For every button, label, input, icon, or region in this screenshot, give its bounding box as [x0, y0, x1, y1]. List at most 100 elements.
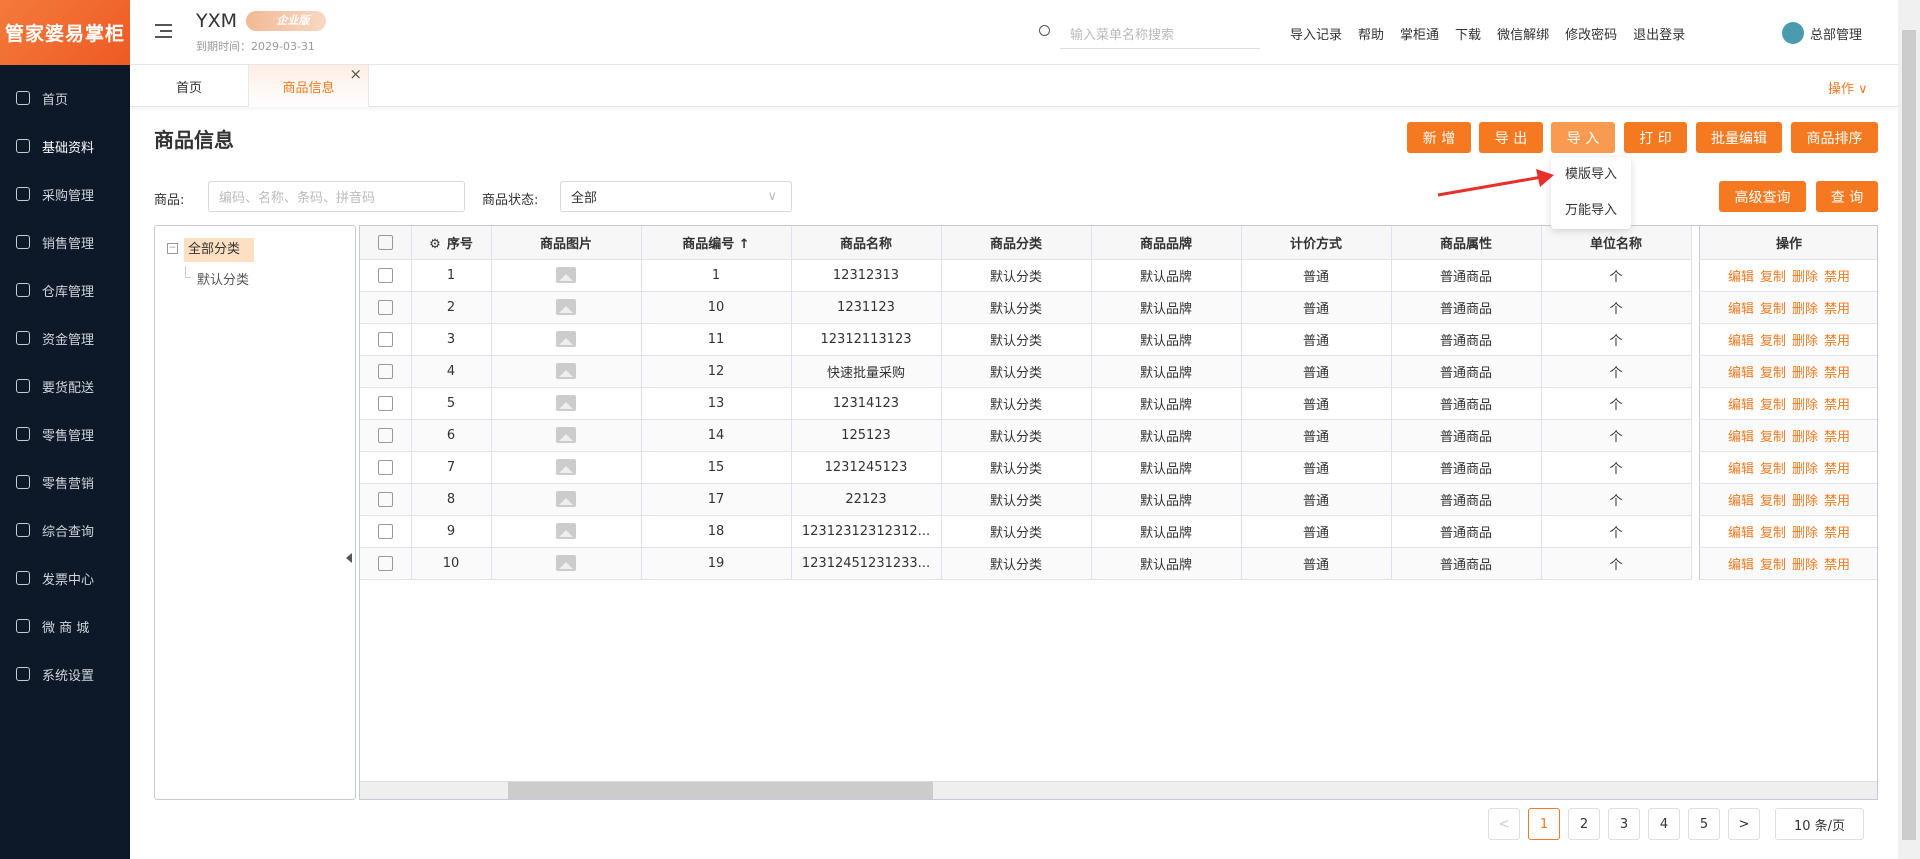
search-button[interactable]: 查 询 [1816, 181, 1878, 212]
op-link-2[interactable]: 删除 [1792, 334, 1818, 349]
row-checkbox-cell[interactable] [360, 387, 412, 420]
op-link-2[interactable]: 删除 [1792, 462, 1818, 477]
row-checkbox-cell[interactable] [360, 291, 412, 324]
action-button-5[interactable]: 商品排序 [1791, 122, 1878, 153]
sidebar-item-5[interactable]: 资金管理 [0, 318, 130, 358]
op-link-0[interactable]: 编辑 [1728, 334, 1754, 349]
op-link-3[interactable]: 禁用 [1824, 494, 1850, 509]
sidebar-item-10[interactable]: 发票中心 [0, 558, 130, 598]
checkbox[interactable] [377, 459, 393, 475]
sidebar-item-2[interactable]: 采购管理 [0, 174, 130, 214]
op-link-3[interactable]: 禁用 [1824, 398, 1850, 413]
checkbox[interactable] [377, 299, 393, 315]
page-button-2[interactable]: 2 [1568, 808, 1600, 840]
header-link-5[interactable]: 修改密码 [1565, 24, 1617, 43]
op-link-3[interactable]: 禁用 [1824, 302, 1850, 317]
page-button-3[interactable]: 3 [1608, 808, 1640, 840]
header-link-6[interactable]: 退出登录 [1633, 24, 1685, 43]
sidebar-item-6[interactable]: 要货配送 [0, 366, 130, 406]
page-button-5[interactable]: 5 [1688, 808, 1720, 840]
sidebar-item-12[interactable]: 系统设置 [0, 654, 130, 694]
header-link-1[interactable]: 帮助 [1358, 24, 1384, 43]
horizontal-scrollbar[interactable] [360, 781, 1877, 799]
row-checkbox-cell[interactable] [360, 355, 412, 388]
gear-icon[interactable]: ⚙ [429, 237, 441, 252]
header-col-2[interactable]: 商品编号 ↑ [641, 226, 792, 260]
page-button-1[interactable]: 1 [1528, 808, 1560, 840]
op-link-3[interactable]: 禁用 [1824, 526, 1850, 541]
menu-search-input[interactable]: 输入菜单名称搜索 [1060, 19, 1260, 49]
row-checkbox-cell[interactable] [360, 451, 412, 484]
header-link-0[interactable]: 导入记录 [1290, 24, 1342, 43]
op-link-1[interactable]: 复制 [1760, 270, 1786, 285]
op-link-2[interactable]: 删除 [1792, 302, 1818, 317]
header-link-4[interactable]: 微信解绑 [1497, 24, 1549, 43]
op-link-3[interactable]: 禁用 [1824, 462, 1850, 477]
op-link-2[interactable]: 删除 [1792, 430, 1818, 445]
op-link-0[interactable]: 编辑 [1728, 302, 1754, 317]
avatar[interactable] [1782, 22, 1804, 44]
sidebar-item-4[interactable]: 仓库管理 [0, 270, 130, 310]
checkbox[interactable] [377, 331, 393, 347]
template-import-item[interactable]: 模版导入 [1551, 157, 1631, 193]
op-link-3[interactable]: 禁用 [1824, 558, 1850, 573]
tab-ops-dropdown[interactable]: 操作 ∨ [1828, 78, 1868, 97]
collapse-left-icon[interactable] [346, 553, 352, 563]
tree-node-default[interactable]: 默认分类 [197, 269, 249, 288]
op-link-1[interactable]: 复制 [1760, 462, 1786, 477]
goods-search-input[interactable]: 编码、名称、条码、拼音码 [208, 181, 465, 212]
action-button-2[interactable]: 导 入 [1551, 122, 1615, 153]
row-checkbox-cell[interactable] [360, 515, 412, 548]
op-link-3[interactable]: 禁用 [1824, 430, 1850, 445]
op-link-0[interactable]: 编辑 [1728, 494, 1754, 509]
op-link-0[interactable]: 编辑 [1728, 270, 1754, 285]
op-link-1[interactable]: 复制 [1760, 398, 1786, 413]
op-link-2[interactable]: 删除 [1792, 526, 1818, 541]
op-link-0[interactable]: 编辑 [1728, 430, 1754, 445]
op-link-1[interactable]: 复制 [1760, 430, 1786, 445]
sidebar-item-9[interactable]: 综合查询 [0, 510, 130, 550]
checkbox[interactable] [377, 363, 393, 379]
status-select[interactable]: 全部 ∨ [560, 181, 792, 212]
action-button-0[interactable]: 新 增 [1407, 122, 1471, 153]
close-icon[interactable]: × [349, 65, 362, 83]
checkbox[interactable] [377, 234, 393, 250]
op-link-1[interactable]: 复制 [1760, 494, 1786, 509]
op-link-1[interactable]: 复制 [1760, 302, 1786, 317]
op-link-1[interactable]: 复制 [1760, 334, 1786, 349]
row-checkbox-cell[interactable] [360, 483, 412, 516]
op-link-2[interactable]: 删除 [1792, 558, 1818, 573]
checkbox[interactable] [377, 267, 393, 283]
op-link-3[interactable]: 禁用 [1824, 366, 1850, 381]
row-checkbox-cell[interactable] [360, 547, 412, 580]
op-link-0[interactable]: 编辑 [1728, 462, 1754, 477]
sidebar-item-11[interactable]: 微 商 城 [0, 606, 130, 646]
op-link-0[interactable]: 编辑 [1728, 398, 1754, 413]
menu-toggle-icon[interactable] [155, 24, 172, 38]
op-link-2[interactable]: 删除 [1792, 366, 1818, 381]
user-name[interactable]: 总部管理 [1810, 24, 1862, 43]
page-button-4[interactable]: 4 [1648, 808, 1680, 840]
sidebar-item-0[interactable]: 首页 [0, 78, 130, 118]
header-link-2[interactable]: 掌柜通 [1400, 24, 1439, 43]
checkbox[interactable] [377, 491, 393, 507]
collapse-icon[interactable]: − [167, 243, 178, 254]
action-button-1[interactable]: 导 出 [1479, 122, 1543, 153]
next-page-button[interactable]: > [1728, 808, 1760, 840]
sidebar-item-1[interactable]: 基础资料 [0, 126, 130, 166]
op-link-0[interactable]: 编辑 [1728, 558, 1754, 573]
checkbox[interactable] [377, 395, 393, 411]
tab-home[interactable]: 首页 [130, 65, 249, 107]
op-link-2[interactable]: 删除 [1792, 270, 1818, 285]
tree-node-all[interactable]: 全部分类 [184, 238, 254, 262]
op-link-1[interactable]: 复制 [1760, 526, 1786, 541]
row-checkbox-cell[interactable] [360, 419, 412, 452]
vertical-scrollbar[interactable] [1898, 0, 1920, 859]
advanced-search-button[interactable]: 高级查询 [1719, 181, 1806, 212]
op-link-2[interactable]: 删除 [1792, 494, 1818, 509]
select-all-checkbox[interactable] [360, 226, 412, 260]
op-link-0[interactable]: 编辑 [1728, 366, 1754, 381]
op-link-1[interactable]: 复制 [1760, 558, 1786, 573]
action-button-3[interactable]: 打 印 [1624, 122, 1687, 153]
sidebar-item-7[interactable]: 零售管理 [0, 414, 130, 454]
